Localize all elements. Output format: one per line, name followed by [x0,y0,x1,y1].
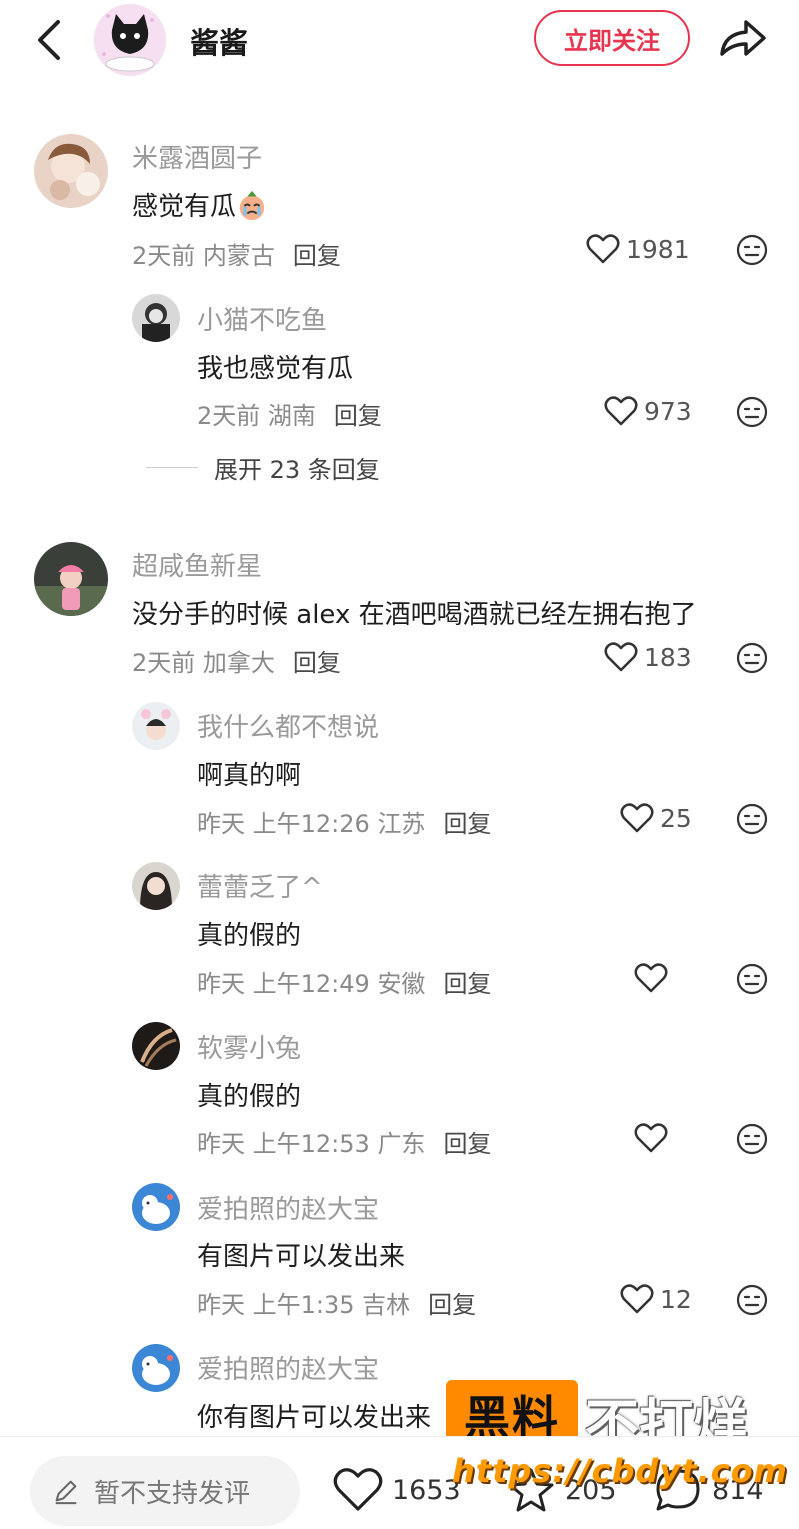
reply-meta: 昨天 上午1:35 吉林 回复 [197,1285,476,1320]
commenter-name[interactable]: 超咸鱼新星 [132,546,262,583]
comment-input[interactable]: 暂不支持发评 [30,1456,300,1526]
comment-input-placeholder: 暂不支持发评 [94,1478,251,1509]
reply-button[interactable]: 回复 [443,810,491,838]
divider [146,467,198,468]
author-name[interactable]: 酱酱 [190,20,248,62]
watermark-url: https://cbdyt.com [452,1452,788,1490]
heart-icon [604,642,638,672]
commenter-name[interactable]: 米露酒圆子 [132,138,262,175]
like-count: 973 [644,396,692,426]
reply-time: 昨天 上午12:49 [197,970,370,998]
reply-text: 啊真的啊 [197,761,302,791]
reply-avatar[interactable] [132,1022,180,1070]
reply-user-name[interactable]: 我什么都不想说 [197,707,379,744]
emoji-reaction-icon[interactable] [736,396,768,428]
emoji-reaction-icon[interactable] [736,803,768,835]
reply-location: 江苏 [377,810,426,838]
comment-time: 2天前 [132,649,196,677]
commenter-avatar[interactable] [34,542,108,616]
reply-button[interactable]: 回复 [334,402,382,430]
reply-time: 2天前 [197,402,261,430]
like-button[interactable]: 25 [620,803,692,833]
reply-text: 我也感觉有瓜 [197,354,354,384]
reply-time: 昨天 上午12:53 [197,1130,370,1158]
author-avatar[interactable] [94,4,166,76]
reply-location: 广东 [377,1130,426,1158]
reply-time: 昨天 上午1:35 [197,1291,355,1319]
back-chevron-icon[interactable] [30,18,70,62]
emoji-reaction-icon[interactable] [736,234,768,266]
follow-button[interactable]: 立即关注 [534,10,690,66]
comment-location: 加拿大 [202,649,275,677]
emoji-reaction-icon[interactable] [736,963,768,995]
reply-meta: 昨天 上午12:26 江苏 回复 [197,804,491,839]
reply-button[interactable]: 回复 [428,1291,476,1319]
post-like-button[interactable]: 1653 [332,1467,461,1513]
reply-meta: 昨天 上午12:49 安徽 回复 [197,964,491,999]
reply-avatar[interactable] [132,702,180,750]
reply-user-name[interactable]: 小猫不吃鱼 [197,300,327,337]
reply-button[interactable]: 回复 [443,970,491,998]
reply-button[interactable]: 回复 [293,649,341,677]
like-button[interactable]: 973 [604,396,692,426]
emoji-reaction-icon[interactable] [736,642,768,674]
expand-replies-button[interactable]: 展开 23 条回复 [146,450,380,485]
reply-text: 你有图片可以发出来 [197,1403,432,1433]
reply-text: 真的假的 [197,1082,302,1112]
like-button[interactable]: 183 [604,642,692,672]
heart-icon [333,1468,383,1511]
like-button[interactable] [634,1123,674,1153]
emoji-reaction-icon[interactable] [736,1123,768,1155]
reply-location: 湖南 [267,402,316,430]
heart-icon [634,1123,668,1153]
reply-avatar[interactable] [132,1183,180,1231]
reply-user-name[interactable]: 软雾小兔 [197,1028,301,1065]
reply-avatar[interactable] [132,862,180,910]
like-count: 25 [660,803,692,833]
like-count: 1981 [626,234,690,264]
heart-icon [620,803,654,833]
comment-meta: 2天前 加拿大 回复 [132,643,341,678]
reply-location: 吉林 [362,1291,411,1319]
like-count: 12 [660,1284,692,1314]
expand-replies-label: 展开 23 条回复 [214,456,380,484]
comment-text: 感觉有瓜 [132,186,268,223]
reply-meta: 2天前 湖南 回复 [197,396,382,431]
heart-icon [604,396,638,426]
pencil-icon [55,1480,77,1505]
reply-button[interactable]: 回复 [443,1130,491,1158]
commenter-avatar[interactable] [34,134,108,208]
like-count: 183 [644,642,692,672]
comment-time: 2天前 [132,242,196,270]
reply-meta: 昨天 上午12:53 广东 回复 [197,1124,491,1159]
like-button[interactable]: 1981 [586,234,690,264]
reply-text: 有图片可以发出来 [197,1242,406,1272]
share-arrow-icon[interactable] [716,14,768,62]
reply-avatar[interactable] [132,1344,180,1392]
heart-icon [620,1284,654,1314]
reply-user-name[interactable]: 爱拍照的赵大宝 [197,1189,379,1226]
comment-meta: 2天前 内蒙古 回复 [132,236,341,271]
reply-user-name[interactable]: 爱拍照的赵大宝 [197,1349,379,1386]
reply-text: 真的假的 [197,921,302,951]
comment-text: 没分手的时候 alex 在酒吧喝酒就已经左拥右抱了 [132,600,697,630]
heart-icon [634,963,668,993]
heart-icon [586,234,620,264]
emoji-reaction-icon[interactable] [736,1284,768,1316]
crying-melon-emoji-icon [236,190,268,222]
reply-location: 安徽 [377,970,426,998]
comment-location: 内蒙古 [202,242,275,270]
reply-user-name[interactable]: 蕾蕾乏了^ [197,867,323,904]
reply-avatar[interactable] [132,294,180,342]
reply-button[interactable]: 回复 [293,242,341,270]
post-like-count: 1653 [392,1474,461,1506]
like-button[interactable]: 12 [620,1284,692,1314]
like-button[interactable] [634,963,674,993]
reply-time: 昨天 上午12:26 [197,810,370,838]
